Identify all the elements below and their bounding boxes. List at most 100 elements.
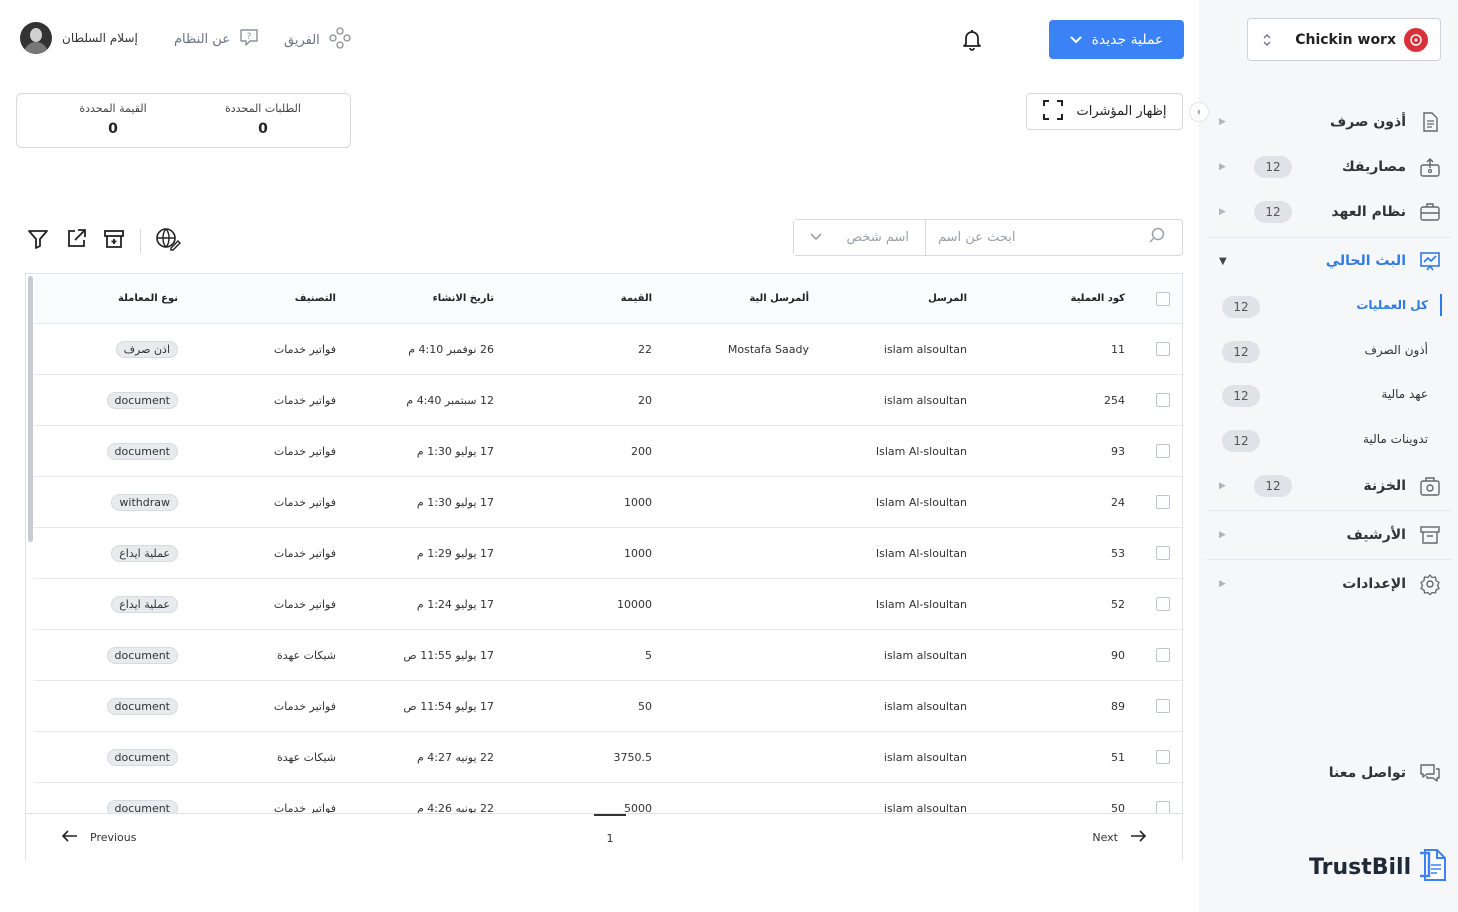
cell-category: فواتير خدمات bbox=[273, 495, 336, 509]
selected-requests-label: الطلبات المحددة bbox=[225, 102, 301, 115]
gear-icon bbox=[1418, 572, 1442, 596]
col-date[interactable]: تاريخ الانشاء bbox=[433, 274, 494, 323]
row-checkbox-cell bbox=[1156, 630, 1170, 680]
count-badge: 12 bbox=[1222, 341, 1260, 363]
table-scrollbar[interactable] bbox=[28, 276, 33, 542]
col-category[interactable]: التصنيف bbox=[295, 274, 336, 323]
search-icon bbox=[1148, 227, 1166, 249]
team-link[interactable]: الفريق bbox=[284, 26, 352, 54]
sidebar-subitem-financial-notes[interactable]: 12 تدوينات مالية bbox=[1199, 426, 1458, 456]
sidebar-item-archive[interactable]: ▶ الأرشيف bbox=[1199, 517, 1458, 553]
sidebar-subitem-financial-custody[interactable]: 12 عهد مالية bbox=[1199, 381, 1458, 411]
sidebar-item-expenses[interactable]: ▶ 12 مصاريفك bbox=[1199, 149, 1458, 185]
filter-icon[interactable] bbox=[26, 227, 50, 255]
cell-code: 24 bbox=[1111, 495, 1125, 509]
row-checkbox[interactable] bbox=[1156, 495, 1170, 509]
cell-type: document bbox=[106, 630, 178, 680]
row-checkbox-cell bbox=[1156, 426, 1170, 476]
export-icon[interactable] bbox=[64, 227, 88, 255]
user-profile[interactable]: إسلام السلطان bbox=[20, 22, 138, 54]
col-recipient[interactable]: ألمرسل الية bbox=[749, 274, 809, 323]
col-sender[interactable]: المرسل bbox=[928, 274, 967, 323]
search-input[interactable]: ابحث عن اسم bbox=[926, 220, 1182, 255]
table-row[interactable]: 53 Islam Al-sloultan 1000 17 يوليو 1:29 م فو… bbox=[34, 528, 1182, 579]
sidebar-item-current-stream[interactable]: ▼ البث الحالي bbox=[1199, 243, 1458, 279]
table-row[interactable]: 90 islam alsoultan 5 17 يوليو 11:55 ص شيكات … bbox=[34, 630, 1182, 681]
row-checkbox[interactable] bbox=[1156, 750, 1170, 764]
previous-button[interactable]: Previous bbox=[61, 830, 137, 845]
row-checkbox-cell bbox=[1156, 732, 1170, 782]
row-checkbox[interactable] bbox=[1156, 444, 1170, 458]
cell-sender: islam alsoultan bbox=[883, 648, 967, 662]
svg-text:?: ? bbox=[247, 32, 252, 42]
table-row[interactable]: 51 islam alsoultan 3750.5 22 يونيه 4:27 م شي… bbox=[34, 732, 1182, 783]
page-number[interactable]: 1 bbox=[594, 814, 626, 861]
cell-date: 26 نوفمبر 4:10 م bbox=[408, 342, 494, 356]
cell-date: 17 يوليو 1:30 م bbox=[416, 444, 494, 458]
sidebar-item-expense-vouchers[interactable]: ▶ أذون صرف bbox=[1199, 104, 1458, 140]
table-row[interactable]: 93 Islam Al-sloultan 200 17 يوليو 1:30 م فوا… bbox=[34, 426, 1182, 477]
avatar[interactable] bbox=[20, 22, 52, 54]
row-checkbox[interactable] bbox=[1156, 546, 1170, 560]
row-checkbox[interactable] bbox=[1156, 393, 1170, 407]
cell-type: اذن صرف bbox=[115, 324, 178, 374]
cell-category: فواتير خدمات bbox=[273, 597, 336, 611]
row-checkbox[interactable] bbox=[1156, 699, 1170, 713]
table-row[interactable]: 24 Islam Al-sloultan 1000 17 يوليو 1:30 م فو… bbox=[34, 477, 1182, 528]
sidebar-subitem-all-operations[interactable]: 12 كل العمليات bbox=[1199, 292, 1458, 322]
cell-type: عملية ايداع bbox=[111, 528, 178, 578]
sidebar-item-label: مصاريفك bbox=[1341, 159, 1406, 175]
row-checkbox-cell bbox=[1156, 477, 1170, 527]
cell-type: withdraw bbox=[111, 477, 178, 527]
sidebar-item-settings[interactable]: ▶ الإعدادات bbox=[1199, 566, 1458, 602]
table-row[interactable]: 89 islam alsoultan 50 17 يوليو 11:54 ص فواتي… bbox=[34, 681, 1182, 732]
cell-type: document bbox=[106, 375, 178, 425]
sidebar-subitem-label: كل العمليات bbox=[1356, 298, 1428, 312]
row-checkbox-cell bbox=[1156, 375, 1170, 425]
col-value[interactable]: القيمة bbox=[621, 274, 652, 323]
about-link[interactable]: ? عن النظام bbox=[174, 26, 260, 52]
table-row[interactable]: 254 islam alsoultan 20 12 سبتمبر 4:40 م فوات… bbox=[34, 375, 1182, 426]
sidebar-item-label: الإعدادات bbox=[1342, 576, 1406, 592]
previous-label: Previous bbox=[90, 831, 137, 844]
cell-date: 17 يوليو 1:24 م bbox=[416, 597, 494, 611]
selected-requests-value: 0 bbox=[258, 121, 268, 137]
company-switcher[interactable]: Chickin worx bbox=[1247, 18, 1441, 61]
row-checkbox[interactable] bbox=[1156, 597, 1170, 611]
show-indicators-button[interactable]: إظهار المؤشرات bbox=[1026, 93, 1183, 130]
sidebar-subitem-expense-vouchers[interactable]: 12 أذون الصرف bbox=[1199, 337, 1458, 367]
cell-date: 12 سبتمبر 4:40 م bbox=[406, 393, 494, 407]
globe-edit-icon[interactable] bbox=[155, 226, 181, 256]
row-checkbox[interactable] bbox=[1156, 648, 1170, 662]
table-row[interactable]: 11 islam alsoultan Mostafa Saady 22 26 نوفمب… bbox=[34, 324, 1182, 375]
next-button[interactable]: Next bbox=[1092, 830, 1147, 845]
caret-right-icon: ▶ bbox=[1219, 162, 1226, 172]
selected-requests-stat: الطلبات المحددة 0 bbox=[193, 102, 333, 137]
arrow-left-icon bbox=[61, 830, 78, 845]
select-all-checkbox[interactable] bbox=[1156, 291, 1170, 306]
sidebar-item-custody-system[interactable]: ▶ 12 نظام العهد bbox=[1199, 194, 1458, 230]
operations-table: كود العملية المرسل ألمرسل الية القيمة تا… bbox=[25, 273, 1183, 860]
row-checkbox-cell bbox=[1156, 579, 1170, 629]
cell-category: شيكات عهدة bbox=[277, 648, 336, 662]
archive-icon[interactable] bbox=[102, 227, 126, 255]
cell-value: 1000 bbox=[624, 546, 652, 560]
selected-value-value: 0 bbox=[108, 121, 118, 137]
cell-type: document bbox=[106, 426, 178, 476]
archive-box-icon bbox=[1418, 523, 1442, 547]
person-select[interactable]: اسم شخص bbox=[794, 220, 926, 255]
row-checkbox[interactable] bbox=[1156, 342, 1170, 356]
cell-value: 200 bbox=[631, 444, 652, 458]
sidebar-item-treasury[interactable]: ▶ 12 الخزنة bbox=[1199, 468, 1458, 504]
table-row[interactable]: 52 Islam Al-sloultan 10000 17 يوليو 1:24 م ف… bbox=[34, 579, 1182, 630]
count-badge: 12 bbox=[1254, 156, 1292, 178]
cell-category: فواتير خدمات bbox=[273, 342, 336, 356]
cell-date: 17 يوليو 11:55 ص bbox=[403, 648, 494, 662]
col-code[interactable]: كود العملية bbox=[1071, 274, 1125, 323]
col-type[interactable]: نوع المعاملة bbox=[118, 274, 178, 323]
show-indicators-label: إظهار المؤشرات bbox=[1076, 104, 1167, 119]
contact-us-link[interactable]: تواصل معنا bbox=[1199, 755, 1458, 791]
notifications-button[interactable] bbox=[960, 27, 984, 57]
new-operation-button[interactable]: عملية جديدة bbox=[1049, 20, 1184, 59]
row-checkbox-cell bbox=[1156, 324, 1170, 374]
